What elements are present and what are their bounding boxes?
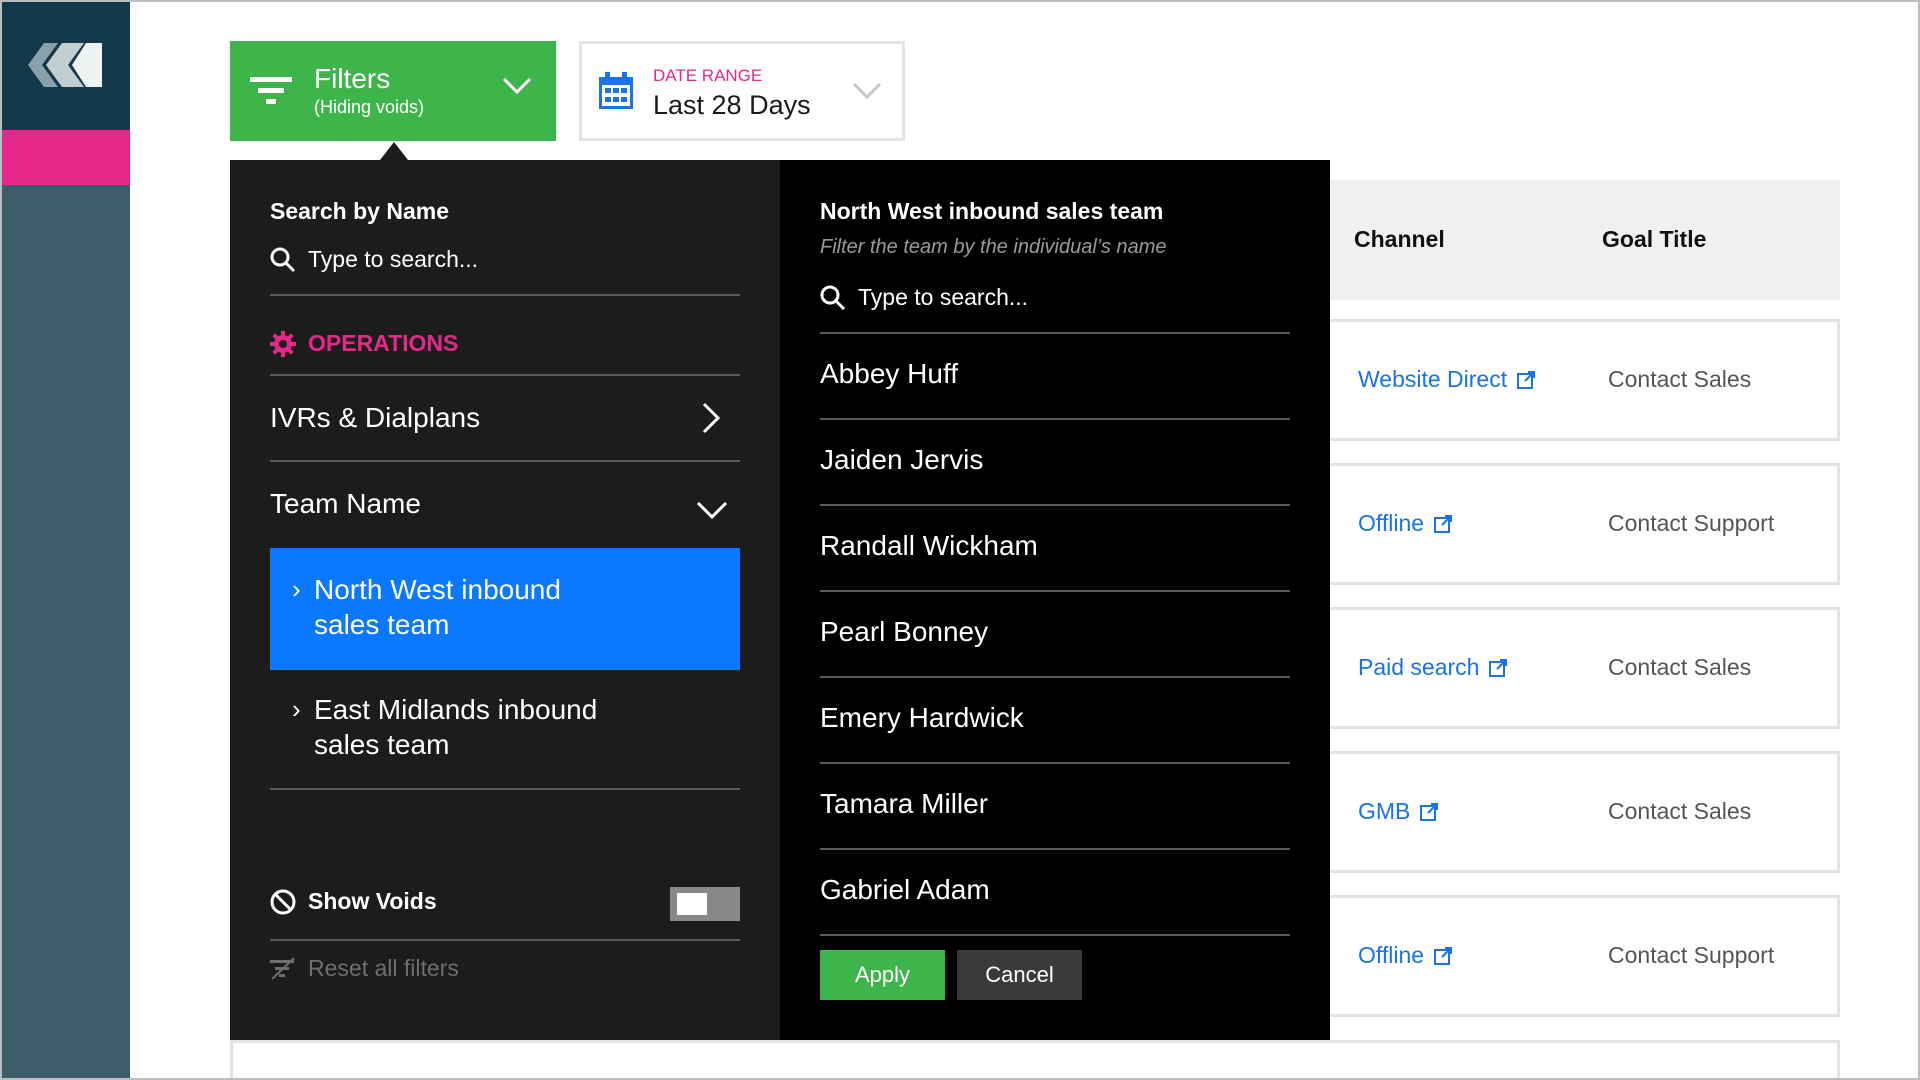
reset-filters-button[interactable]: Reset all filters [270, 955, 459, 982]
sidebar-active-indicator[interactable] [0, 130, 130, 185]
team-item-label: › North West inbound sales team [292, 572, 561, 642]
team-line-1: North West inbound [314, 574, 561, 605]
divider [270, 294, 740, 296]
divider [820, 676, 1290, 678]
menu-item-team-name[interactable]: Team Name [270, 488, 740, 528]
team-line-1: East Midlands inbound [314, 694, 598, 725]
chevron-down-icon [852, 82, 882, 105]
divider [820, 332, 1290, 334]
filters-subtitle: (Hiding voids) [314, 97, 425, 117]
column-header-goal-title[interactable]: Goal Title [1602, 226, 1706, 253]
chevron-down-icon [502, 77, 532, 100]
team-item-label: › East Midlands inbound sales team [292, 692, 598, 762]
member-item[interactable]: Emery Hardwick [820, 702, 1024, 734]
block-icon [270, 889, 296, 914]
search-heading: Search by Name [270, 198, 449, 224]
section-label: OPERATIONS [308, 330, 459, 356]
filters-panel: Search by Name Type to search... OPERATI… [230, 160, 780, 1040]
member-item[interactable]: Jaiden Jervis [820, 444, 983, 476]
reset-label: Reset all filters [308, 955, 459, 981]
search-icon [270, 247, 296, 272]
date-range-select[interactable]: DATE RANGE Last 28 Days [579, 41, 905, 141]
member-item[interactable]: Tamara Miller [820, 788, 988, 820]
app-logo[interactable] [0, 0, 130, 130]
gear-icon [270, 330, 296, 357]
cancel-button[interactable]: Cancel [957, 950, 1082, 1000]
sidebar [0, 0, 130, 1080]
channel-link[interactable]: Website Direct [1358, 366, 1536, 393]
filters-title: Filters [314, 63, 391, 94]
chevron-right-icon [702, 402, 721, 441]
apply-button[interactable]: Apply [820, 950, 945, 1000]
channel-link[interactable]: Paid search [1358, 654, 1508, 681]
filters-button[interactable]: Filters (Hiding voids) [230, 41, 556, 141]
team-heading: North West inbound sales team [820, 198, 1164, 224]
show-voids-label: Show Voids [308, 888, 437, 914]
section-operations: OPERATIONS [270, 330, 458, 357]
table-header: Channel Goal Title [1330, 180, 1840, 300]
goal-title: Contact Support [1608, 510, 1775, 536]
external-link-icon [1489, 658, 1508, 677]
goal-title: Contact Sales [1608, 798, 1752, 824]
chevron-down-icon [696, 494, 728, 526]
divider [820, 504, 1290, 506]
menu-item-label: IVRs & Dialplans [270, 402, 481, 433]
table-row [230, 1040, 1840, 1080]
date-range-value: Last 28 Days [653, 90, 811, 120]
calendar-icon [598, 72, 634, 115]
team-members-panel: North West inbound sales team Filter the… [780, 160, 1330, 1040]
member-item[interactable]: Pearl Bonney [820, 616, 988, 648]
external-link-icon [1517, 370, 1536, 389]
divider [270, 788, 740, 790]
name-search-input[interactable]: Type to search... [270, 246, 478, 273]
filter-icon [250, 77, 292, 112]
show-voids-row: Show Voids [270, 888, 437, 915]
table-row: Offline Contact Support [1320, 463, 1840, 585]
member-item[interactable]: Randall Wickham [820, 530, 1038, 562]
divider [270, 374, 740, 376]
logo-icon [28, 43, 102, 87]
channel-link[interactable]: Offline [1358, 942, 1453, 969]
table-row: GMB Contact Sales [1320, 751, 1840, 873]
goal-title: Contact Support [1608, 942, 1775, 968]
team-line-2: sales team [314, 609, 450, 640]
menu-item-label: Team Name [270, 488, 421, 519]
menu-item-ivrs-dialplans[interactable]: IVRs & Dialplans [270, 402, 740, 442]
external-link-icon [1420, 802, 1439, 821]
team-line-2: sales team [314, 729, 450, 760]
divider [820, 590, 1290, 592]
external-link-icon [1434, 946, 1453, 965]
member-search-input[interactable]: Type to search... [820, 284, 1028, 311]
team-item-east-midlands[interactable]: › East Midlands inbound sales team [270, 680, 740, 790]
goal-title: Contact Sales [1608, 654, 1752, 680]
channel-link[interactable]: Offline [1358, 510, 1453, 537]
divider [820, 762, 1290, 764]
goal-title: Contact Sales [1608, 366, 1752, 392]
search-placeholder: Type to search... [858, 284, 1029, 310]
divider [820, 418, 1290, 420]
chevron-right-icon: › [292, 694, 301, 724]
search-icon [820, 285, 846, 310]
show-voids-toggle[interactable] [670, 887, 740, 921]
channel-link[interactable]: GMB [1358, 798, 1439, 825]
team-subheading: Filter the team by the individual’s name [820, 236, 1167, 258]
external-link-icon [1434, 514, 1453, 533]
table-row: Offline Contact Support [1320, 895, 1840, 1017]
chevron-right-icon: › [292, 574, 301, 604]
table-row: Paid search Contact Sales [1320, 607, 1840, 729]
toggle-knob [677, 893, 707, 915]
divider [820, 934, 1290, 936]
divider [820, 848, 1290, 850]
team-item-north-west[interactable]: › North West inbound sales team [270, 548, 740, 670]
date-range-label: DATE RANGE [653, 66, 763, 85]
divider [270, 460, 740, 462]
search-placeholder: Type to search... [308, 246, 479, 272]
column-header-channel[interactable]: Channel [1354, 226, 1445, 253]
table-row: Website Direct Contact Sales [1320, 319, 1840, 441]
divider [270, 939, 740, 941]
member-item[interactable]: Gabriel Adam [820, 874, 990, 906]
clear-filter-icon [270, 957, 295, 980]
dropdown-pointer [380, 142, 408, 160]
member-item[interactable]: Abbey Huff [820, 358, 958, 390]
